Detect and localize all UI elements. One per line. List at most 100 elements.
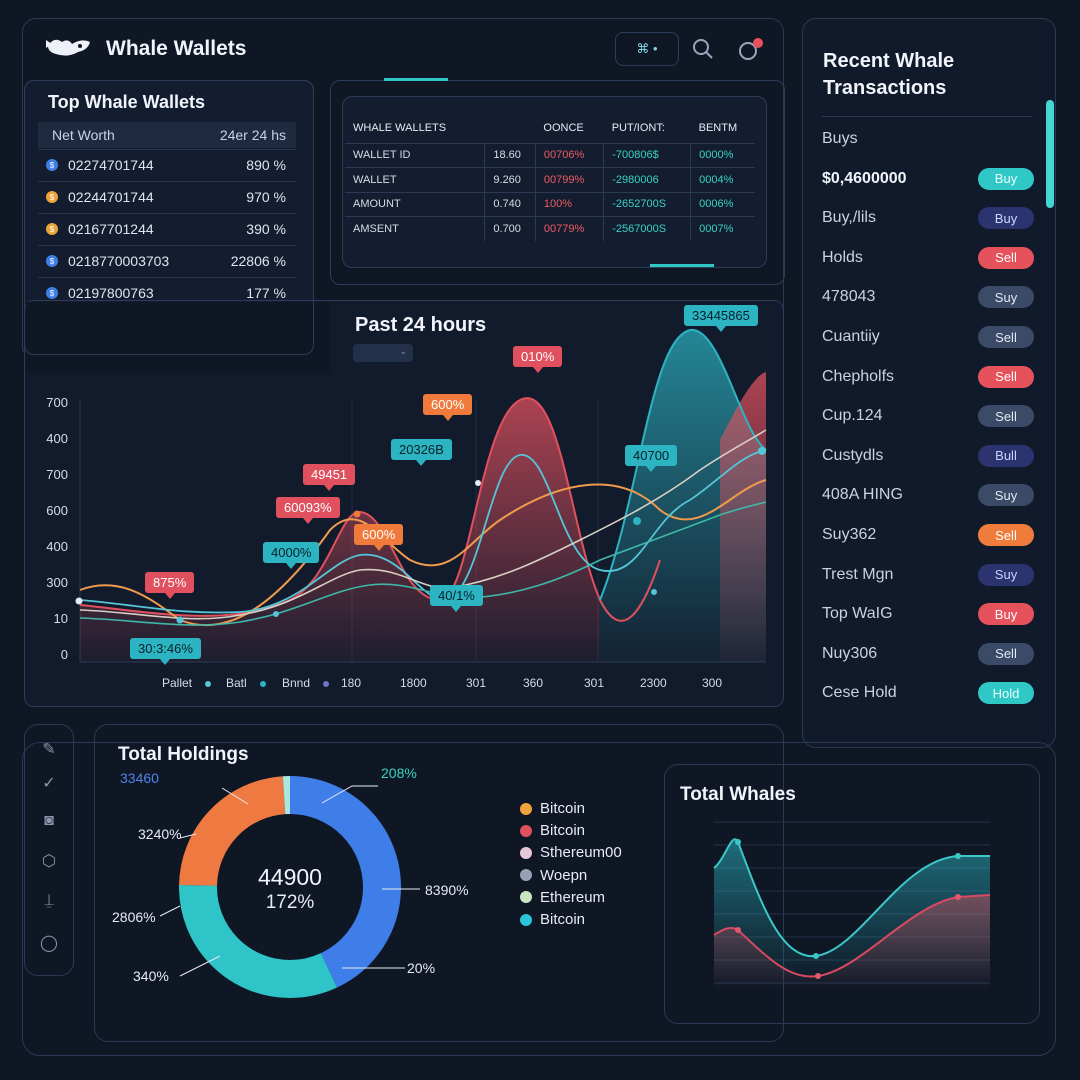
transaction-row[interactable]: Trest Mgn Suy [822, 563, 1034, 587]
transaction-action-button[interactable]: Suy [978, 563, 1034, 586]
transaction-row[interactable]: Cuantiiy Sell [822, 325, 1034, 349]
legend-label: Sthereum00 [540, 844, 622, 862]
y-axis-label: 10 [53, 611, 68, 626]
transaction-action-button[interactable]: Suy [978, 484, 1034, 507]
holdings-legend-item: Woepn [520, 867, 587, 884]
transaction-row[interactable]: Suy362 Sell [822, 523, 1034, 547]
table-cell: 00779% [534, 216, 604, 241]
donut-label: 8390% [425, 882, 469, 898]
brand: Whale Wallets [44, 32, 246, 65]
transaction-action-button[interactable]: Bull [978, 444, 1034, 467]
transaction-action-button[interactable]: Buy [978, 207, 1034, 230]
table-cell: 00706% [534, 142, 604, 168]
donut-center-percent: 172% [265, 892, 315, 913]
table-cell: 9.260 [484, 167, 536, 192]
table-cell: 100% [534, 191, 604, 217]
search-icon[interactable] [692, 38, 714, 65]
chart-callout: 20326B [391, 439, 452, 466]
chevron-down-icon: ⌄ [399, 346, 407, 356]
chart-callout: 875% [145, 572, 195, 599]
table-cell: WALLET [345, 167, 485, 192]
table-cell: 0006% [690, 191, 755, 217]
transactions-scrollbar[interactable] [1046, 100, 1054, 208]
top-wallets-card-bottom [24, 80, 314, 355]
transaction-row[interactable]: 478043 Suy [822, 285, 1034, 309]
transaction-action-button[interactable]: Buy [978, 167, 1034, 190]
table-row[interactable]: AMOUNT 0.740 100% -2652700S 0006% [345, 191, 755, 217]
timeframe-dropdown[interactable]: ⌄ [353, 344, 413, 362]
transaction-action-button[interactable]: Sell [978, 326, 1034, 348]
transaction-action-button[interactable]: Sell [978, 524, 1034, 546]
total-whales-title: Total Whales [680, 784, 796, 805]
transaction-action-button[interactable]: Buy [978, 603, 1034, 626]
transaction-action-button[interactable]: Sell [978, 246, 1034, 269]
legend-label: Pallet [162, 676, 193, 690]
table-cell: 18.60 [484, 142, 536, 168]
chart-callout: 60093% [276, 497, 340, 524]
chart-callout: 30:3:46% [130, 638, 201, 665]
x-axis-label: 301 [584, 676, 605, 690]
y-axis-label: 700 [46, 395, 68, 410]
x-axis-label: 180 [341, 676, 362, 690]
transaction-label: Top WaIG [822, 605, 893, 623]
transaction-label: Holds [822, 248, 863, 266]
table-row[interactable]: WALLET ID 18.60 00706% -700806$ 0000% [345, 142, 755, 168]
y-axis-label: 300 [46, 575, 68, 590]
card-accent-bar [384, 78, 448, 81]
transaction-action-button[interactable]: Hold [978, 682, 1034, 705]
legend-dot [260, 681, 267, 687]
app-title: Whale Wallets [106, 36, 247, 60]
chart-callout: 49451 [303, 464, 356, 491]
transaction-label: $0,4600000 [822, 169, 907, 187]
x-axis-label: 301 [466, 676, 487, 690]
transaction-row[interactable]: Nuy306 Sell [822, 642, 1034, 666]
transaction-row[interactable]: Top WaIG Buy [822, 602, 1034, 626]
notification-icon[interactable] [738, 38, 764, 69]
table-cell: 0.740 [484, 191, 536, 217]
legend-dot [520, 913, 532, 926]
legend-dot [323, 681, 330, 687]
y-axis-label: 400 [46, 431, 68, 446]
transaction-label: Cup.124 [822, 407, 883, 425]
legend-dot [520, 824, 532, 837]
transaction-row[interactable]: Buys [822, 127, 1034, 151]
table-header: WHALE WALLETS [353, 121, 447, 134]
table-cell: WALLET ID [345, 142, 485, 168]
y-axis-label: 400 [46, 539, 68, 554]
transaction-label: Custydls [822, 446, 884, 464]
table-cell: 0004% [690, 167, 755, 192]
legend-label: Bitcoin [540, 822, 586, 840]
holdings-legend-item: Sthereum00 [520, 844, 622, 861]
transaction-action-button[interactable]: Sell [978, 365, 1034, 388]
table-header: OONCE [543, 121, 584, 134]
chart-callout: 40700 [625, 445, 678, 472]
x-axis-label: 2300 [640, 676, 667, 690]
transaction-row[interactable]: Cup.124 Sell [822, 404, 1034, 428]
transaction-action-button[interactable]: Sell [978, 405, 1034, 428]
table-header: BENTM [698, 121, 738, 134]
transaction-action-button[interactable]: Suy [978, 286, 1034, 309]
transaction-row[interactable]: 408A HING Suy [822, 483, 1034, 507]
card-accent-bar-bottom [650, 264, 714, 267]
transaction-row[interactable]: Buy,/lils Buy [822, 206, 1034, 230]
transaction-row[interactable]: $0,4600000 Buy [822, 167, 1034, 191]
transaction-row[interactable]: Custydls Bull [822, 444, 1034, 468]
command-button[interactable]: ⌘ • [615, 32, 679, 66]
table-row[interactable]: WALLET 9.260 00799% -2980006 0004% [345, 167, 755, 192]
legend-label: Bitcoin [540, 911, 586, 928]
holdings-legend-item: Bitcoin [520, 911, 585, 928]
chart-callout: 600% [354, 524, 404, 551]
transaction-row[interactable]: Chepholfs Sell [822, 365, 1034, 389]
transaction-label: 478043 [822, 288, 876, 306]
transaction-row[interactable]: Holds Sell [822, 246, 1034, 270]
transaction-label: Chepholfs [822, 367, 895, 385]
transaction-action-button[interactable]: Sell [978, 642, 1034, 665]
legend-label: Bnnd [282, 676, 311, 690]
table-cell: -2980006 [603, 167, 691, 192]
transaction-row[interactable]: Cese Hold Hold [822, 681, 1034, 705]
table-cell: 0000% [690, 142, 755, 168]
table-row[interactable]: AMSENT 0.700 00779% -2567000S 0007% [345, 216, 755, 241]
holdings-legend-item: Bitcoin [520, 822, 585, 839]
donut-label: 20% [407, 960, 436, 976]
chart-callout: 4000% [263, 542, 320, 569]
